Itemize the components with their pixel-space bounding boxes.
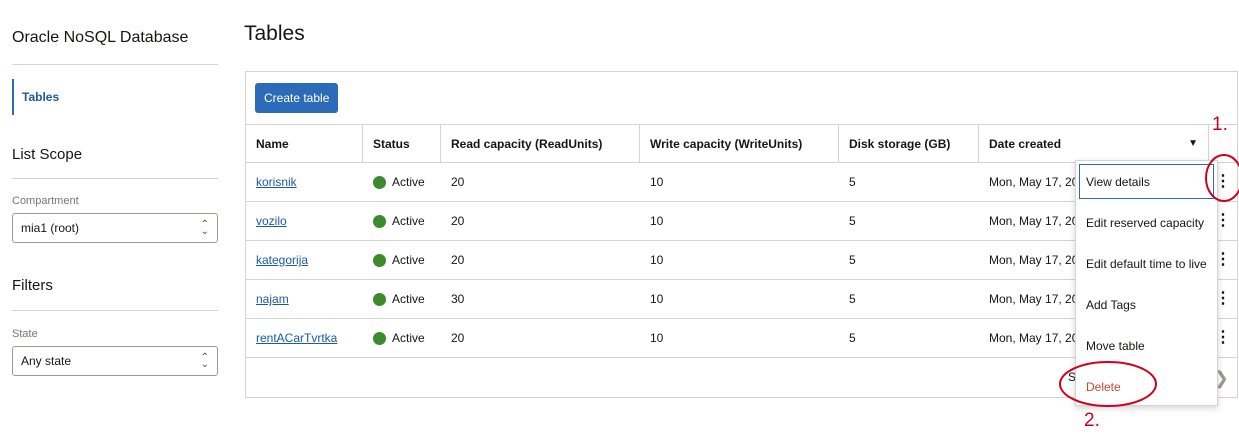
status-text: Active	[392, 175, 425, 189]
status-cell: Active	[363, 241, 441, 279]
divider	[12, 178, 218, 179]
menu-item-move-table[interactable]: Move table	[1076, 325, 1217, 366]
status-text: Active	[392, 331, 425, 345]
sidebar-item-tables[interactable]: Tables	[12, 79, 218, 115]
column-header-label: Date created	[989, 136, 1062, 151]
table-name-link[interactable]: kategorija	[256, 253, 308, 267]
list-scope-heading: List Scope	[12, 146, 83, 163]
status-text: Active	[392, 214, 425, 228]
read-capacity-cell: 20	[451, 331, 465, 345]
annotation-step-1: 1.	[1212, 114, 1228, 135]
status-text: Active	[392, 253, 425, 267]
column-header-status[interactable]: Status	[363, 125, 441, 162]
annotation-step-2: 2.	[1084, 410, 1100, 431]
state-select[interactable]: Any state ⌃ ⌄	[12, 346, 218, 376]
divider	[12, 64, 218, 65]
page-title: Tables	[244, 22, 305, 45]
create-table-button[interactable]: Create table	[255, 83, 339, 113]
table-name-link[interactable]: korisnik	[256, 175, 297, 189]
write-capacity-cell: 10	[650, 214, 664, 228]
divider	[12, 310, 218, 311]
status-cell: Active	[363, 280, 441, 318]
menu-item-add-tags[interactable]: Add Tags	[1076, 284, 1217, 325]
active-status-icon	[373, 253, 386, 267]
active-status-icon	[373, 214, 386, 228]
compartment-select[interactable]: mia1 (root) ⌃ ⌄	[12, 213, 218, 243]
read-capacity-cell: 30	[451, 292, 465, 306]
table-name-link[interactable]: najam	[256, 292, 289, 306]
status-cell: Active	[363, 319, 441, 357]
sidebar: Oracle NoSQL Database Tables List Scope …	[0, 0, 230, 434]
up-down-chevron-icon: ⌃ ⌄	[200, 352, 209, 370]
compartment-value: mia1 (root)	[21, 221, 80, 235]
write-capacity-cell: 10	[650, 292, 664, 306]
sort-caret-icon[interactable]: ▼	[1188, 138, 1198, 149]
disk-storage-cell: 5	[849, 292, 856, 306]
state-label: State	[12, 328, 38, 340]
state-value: Any state	[21, 354, 72, 368]
active-status-icon	[373, 331, 386, 345]
write-capacity-cell: 10	[650, 175, 664, 189]
disk-storage-cell: 5	[849, 253, 856, 267]
read-capacity-cell: 20	[451, 175, 465, 189]
sidebar-title: Oracle NoSQL Database	[12, 29, 189, 46]
active-status-icon	[373, 175, 386, 189]
disk-storage-cell: 5	[849, 175, 856, 189]
column-header-name[interactable]: Name	[246, 125, 363, 162]
disk-storage-cell: 5	[849, 331, 856, 345]
column-header-write-capacity[interactable]: Write capacity (WriteUnits)	[640, 125, 839, 162]
table-name-link[interactable]: vozilo	[256, 214, 287, 228]
up-down-chevron-icon: ⌃ ⌄	[200, 219, 209, 237]
menu-item-view-details[interactable]: View details	[1078, 163, 1215, 200]
column-header-disk-storage[interactable]: Disk storage (GB)	[839, 125, 979, 162]
menu-item-delete[interactable]: Delete	[1076, 366, 1217, 407]
table-name-link[interactable]: rentACarTvrtka	[256, 331, 337, 345]
compartment-label: Compartment	[12, 195, 79, 207]
column-header-read-capacity[interactable]: Read capacity (ReadUnits)	[441, 125, 640, 162]
filters-heading: Filters	[12, 277, 53, 294]
write-capacity-cell: 10	[650, 331, 664, 345]
menu-item-edit-default-ttl[interactable]: Edit default time to live	[1076, 243, 1217, 284]
row-actions-menu: View details Edit reserved capacity Edit…	[1075, 160, 1218, 406]
read-capacity-cell: 20	[451, 214, 465, 228]
table-header-row: Name Status Read capacity (ReadUnits) Wr…	[246, 124, 1237, 162]
active-status-icon	[373, 292, 386, 306]
sidebar-item-label: Tables	[22, 90, 60, 104]
status-cell: Active	[363, 202, 441, 240]
status-text: Active	[392, 292, 425, 306]
write-capacity-cell: 10	[650, 253, 664, 267]
menu-item-edit-reserved-capacity[interactable]: Edit reserved capacity	[1076, 202, 1217, 243]
status-cell: Active	[363, 163, 441, 201]
read-capacity-cell: 20	[451, 253, 465, 267]
disk-storage-cell: 5	[849, 214, 856, 228]
column-header-date-created[interactable]: Date created ▼	[979, 125, 1209, 162]
